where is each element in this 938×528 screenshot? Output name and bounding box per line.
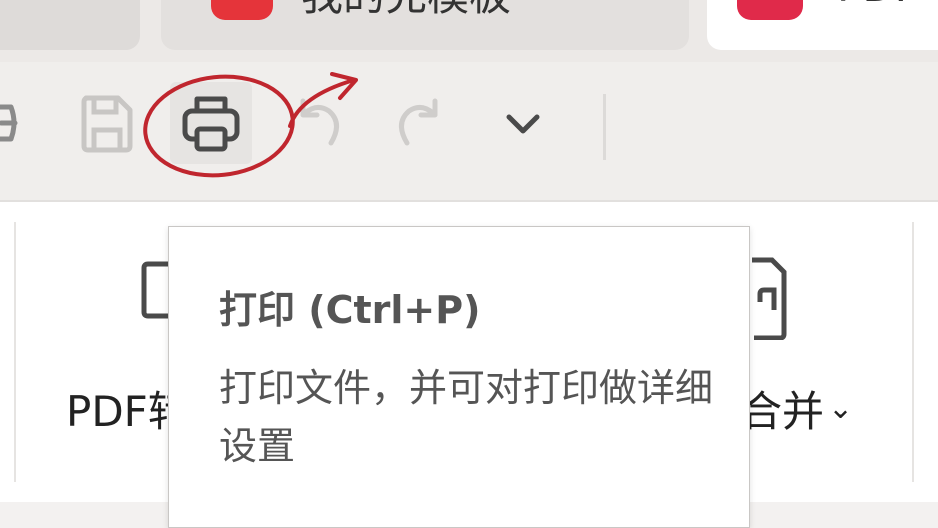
tab-pdf-label: PDF — [837, 0, 919, 11]
save-as-button[interactable] — [0, 82, 42, 164]
tab-strip: 我的充模板 PDF — [0, 0, 938, 62]
tab-partial-left[interactable] — [0, 0, 140, 50]
tab-pdf[interactable]: PDF — [707, 0, 938, 50]
redo-button[interactable] — [378, 82, 460, 164]
save-button[interactable] — [66, 82, 148, 164]
ribbon-divider — [912, 222, 914, 482]
print-button[interactable] — [170, 82, 252, 164]
tooltip-description: 打印文件，并可对打印做详细设置 — [219, 366, 714, 468]
pdf-app-icon — [737, 0, 803, 20]
print-tooltip: 打印 (Ctrl+P) 打印文件，并可对打印做详细设置 — [168, 226, 750, 528]
quick-access-toolbar — [0, 62, 938, 200]
tab-template[interactable]: 我的充模板 — [161, 0, 689, 50]
chevron-down-icon — [506, 114, 540, 134]
merge-dropdown-icon: ⌄ — [828, 391, 854, 426]
save-icon — [81, 95, 133, 153]
tab-template-label: 我的充模板 — [301, 0, 511, 23]
tooltip-title: 打印 (Ctrl+P) — [219, 288, 481, 332]
merge-button[interactable]: 合并 ⌄ — [740, 378, 853, 439]
document-app-icon — [211, 0, 273, 20]
undo-icon — [300, 98, 339, 146]
merge-label: 合并 — [740, 387, 825, 436]
customize-toolbar-button[interactable] — [482, 82, 564, 164]
redo-icon — [399, 98, 438, 146]
undo-button[interactable] — [278, 82, 360, 164]
toolbar-divider — [603, 94, 606, 160]
printer-icon — [182, 96, 240, 152]
ribbon-divider — [14, 222, 16, 482]
save-as-icon — [0, 104, 18, 142]
